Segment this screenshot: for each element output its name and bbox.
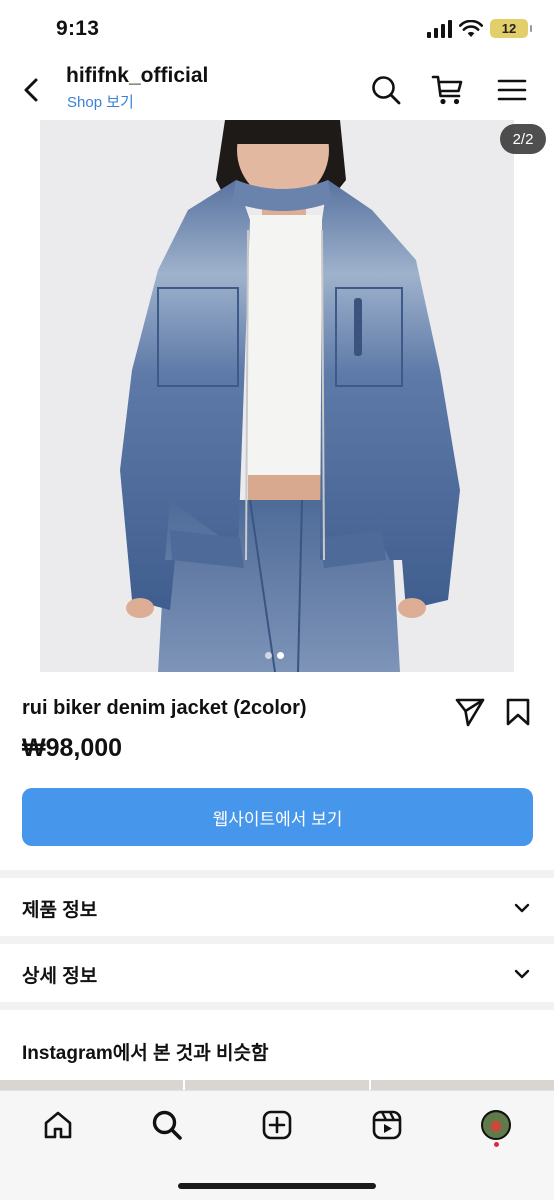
nav-home[interactable] — [36, 1103, 80, 1147]
bookmark-icon — [506, 698, 530, 726]
back-button[interactable] — [12, 70, 52, 110]
section-label: 상세 정보 — [22, 965, 98, 987]
wifi-icon — [459, 19, 483, 37]
carousel-dot[interactable] — [265, 652, 272, 659]
app-header: hififnk_official Shop 보기 — [0, 58, 554, 120]
reels-icon — [372, 1110, 402, 1140]
search-button[interactable] — [366, 70, 406, 110]
section-divider — [0, 870, 554, 878]
nav-profile[interactable] — [474, 1103, 518, 1147]
status-time: 9:13 — [56, 17, 100, 40]
account-name[interactable]: hififnk_official — [66, 64, 208, 88]
chevron-down-icon — [510, 962, 534, 986]
section-detail-info[interactable]: 상세 정보 — [0, 946, 554, 1002]
signal-icon — [427, 19, 452, 38]
product-image[interactable] — [40, 120, 514, 672]
share-button[interactable] — [452, 694, 488, 730]
view-website-button[interactable]: 웹사이트에서 보기 — [22, 788, 533, 846]
carousel-counter: 2/2 — [500, 124, 546, 154]
share-icon — [455, 698, 485, 727]
nav-create[interactable] — [255, 1103, 299, 1147]
carousel-dot-active[interactable] — [277, 652, 284, 659]
menu-icon — [497, 79, 527, 101]
save-button[interactable] — [500, 694, 536, 730]
nav-search[interactable] — [145, 1103, 189, 1147]
product-price: ₩98,000 — [22, 734, 123, 762]
battery-level: 12 — [501, 21, 517, 36]
home-indicator — [178, 1183, 376, 1189]
status-icons: 12 — [426, 19, 532, 38]
notification-dot — [494, 1142, 499, 1147]
product-title: rui biker denim jacket (2color) — [22, 697, 307, 719]
shop-link[interactable]: Shop 보기 — [67, 91, 134, 112]
battery-indicator: 12 — [490, 19, 532, 38]
home-icon — [44, 1111, 72, 1139]
nav-reels[interactable] — [365, 1103, 409, 1147]
profile-avatar — [481, 1110, 511, 1140]
similar-products-title: Instagram에서 본 것과 비슷함 — [22, 1043, 269, 1064]
denim-jacket-photo — [40, 120, 514, 672]
carousel-dots — [265, 652, 284, 659]
status-bar: 9:13 12 — [0, 0, 554, 58]
cart-icon — [431, 75, 463, 105]
search-icon — [372, 76, 401, 105]
menu-button[interactable] — [492, 70, 532, 110]
back-icon — [24, 78, 38, 102]
search-icon — [152, 1110, 182, 1140]
section-product-info[interactable]: 제품 정보 — [0, 880, 554, 936]
create-icon — [262, 1110, 292, 1140]
section-divider — [0, 1002, 554, 1010]
section-divider — [0, 936, 554, 944]
cart-button[interactable] — [428, 70, 468, 110]
chevron-down-icon — [510, 896, 534, 920]
section-label: 제품 정보 — [22, 899, 98, 921]
